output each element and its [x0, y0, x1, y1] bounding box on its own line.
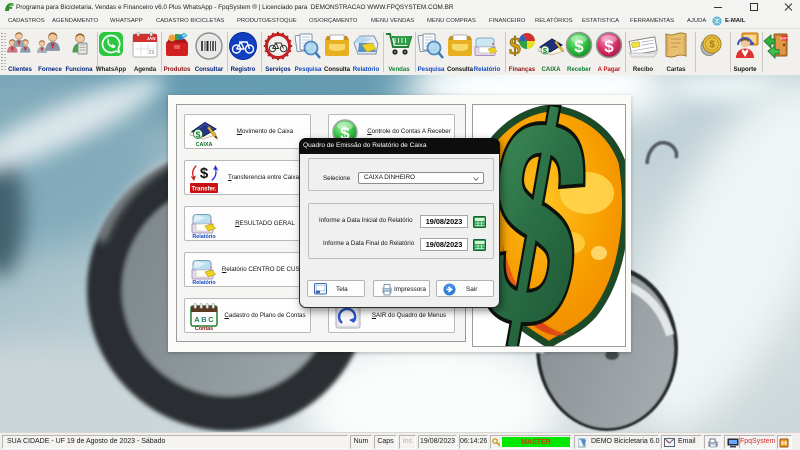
svg-text:$: $: [604, 37, 614, 56]
svg-text:$: $: [709, 40, 715, 51]
svg-text:$: $: [196, 130, 201, 140]
svg-text:EXIT: EXIT: [781, 37, 790, 41]
svg-text:A: A: [194, 315, 200, 324]
svg-text:C: C: [208, 315, 214, 324]
svg-text:JAN: JAN: [146, 36, 155, 41]
svg-text:B: B: [201, 315, 207, 324]
svg-text:Transfer.: Transfer.: [191, 187, 216, 193]
svg-text:$: $: [200, 165, 209, 182]
svg-text:29: 29: [149, 50, 155, 56]
svg-text:$: $: [574, 37, 584, 56]
svg-text:$: $: [509, 34, 521, 60]
